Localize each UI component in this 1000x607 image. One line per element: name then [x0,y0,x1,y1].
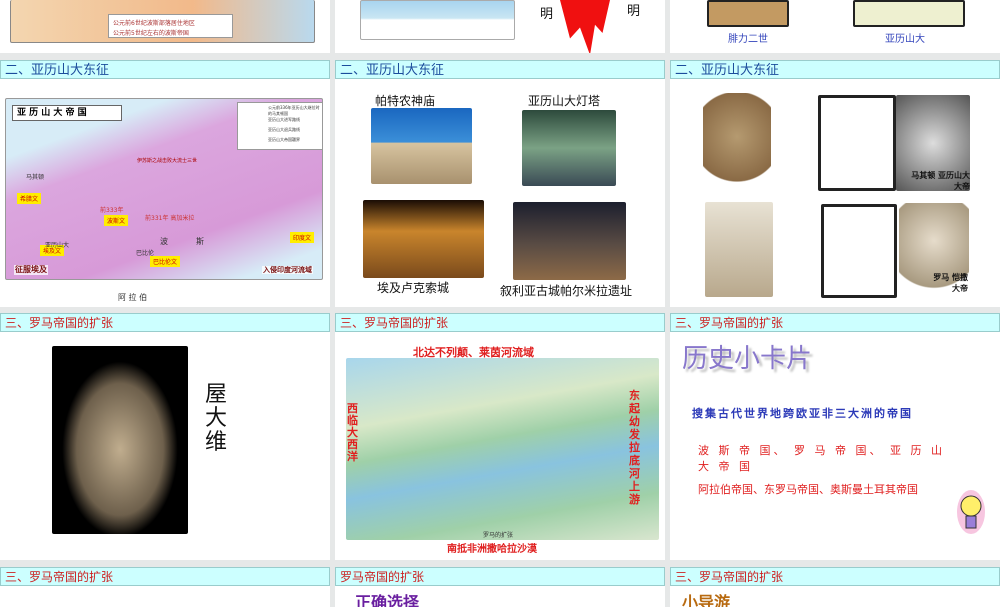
image-label: 马其顿 亚历山大大帝 [911,171,970,191]
slide-header: 二、亚历山大东征 [670,60,1000,79]
slide-header: 二、亚历山大东征 [335,60,665,79]
south-boundary-text: 南抵非洲撒哈拉沙漠 [447,544,537,555]
roman-expansion-map [346,358,659,540]
side-text: 明 [627,4,641,19]
emperor-name: 屋大维 [205,382,228,455]
script-tag: 希腊文 [17,193,42,204]
slide-header: 三、罗马帝国的扩张 [0,313,330,332]
caption: 埃及卢克索城 [377,281,450,295]
place-label: 亚历山大 [45,242,70,249]
legend-item: 公元前336年亚历山大继位时的马其顿国 [268,105,320,116]
augustus-statue-image [52,346,188,534]
place-label: 马其顿 [26,174,45,181]
map-legend: 公元前6世纪波斯部落居住地区 公元前5世纪左右的波斯帝国 [108,14,233,38]
caption: 帕特农神庙 [375,94,436,108]
slide-thumbnail[interactable]: 明 明 [335,0,665,53]
slide-thumbnail[interactable]: 三、罗马帝国的扩张 屋大维 [0,313,330,560]
parthenon-image [371,108,472,184]
legend-item: 亚历山大退兵路线 [268,127,300,132]
slide-thumbnail[interactable]: 公元前6世纪波斯部落居住地区 公元前5世纪左右的波斯帝国 [0,0,330,53]
caption: 腓力二世 [728,34,768,45]
slide-thumbnail[interactable]: 三、罗马帝国的扩张 小导游 [670,567,1000,607]
slide-title: 小导游 [682,593,731,607]
alexander-bust-image [703,93,771,190]
slide-thumbnail[interactable]: 二、亚历山大东征 马其顿 亚历山大大帝 罗马 恺撒大帝 [670,60,1000,307]
philip-ii-image [707,0,789,27]
legend-item: 亚历山大帝国疆界 [268,137,300,142]
alexander-poster-image [705,202,773,297]
caption: 亚历山大灯塔 [528,94,601,108]
slide-thumbnail[interactable]: 二、亚历山大东征 帕特农神庙 亚历山大灯塔 埃及卢克索城 叙利亚古城帕尔米拉遗址 [335,60,665,307]
legend-item: 公元前6世纪波斯部落居住地区 [113,20,195,27]
place-label: 阿 拉 伯 [118,293,148,302]
caption: 叙利亚古城帕尔米拉遗址 [500,284,633,298]
slide-thumbnail[interactable]: 三、罗马帝国的扩张 历史小卡片 搜集古代世界地跨欧亚非三大洲的帝国 波 斯 帝 … [670,313,1000,560]
slide-header: 三、罗马帝国的扩张 [0,567,330,586]
script-tag: 巴比伦文 [150,256,181,267]
place-label: 巴比伦 [136,250,155,257]
slide-thumbnail[interactable]: 二、亚历山大东征 亚 历 山 大 帝 国 公元前336年亚历山大继位时的马其顿国… [0,60,330,307]
slide-thumbnail[interactable]: 罗马帝国的扩张 正确选择 [335,567,665,607]
side-text: 明 [540,7,554,22]
slide-header: 三、罗马帝国的扩张 [335,313,665,332]
map-legend: 公元前336年亚历山大继位时的马其顿国 亚历山大进军路线 亚历山大退兵路线 亚历… [237,102,323,150]
answer-text: 阿拉伯帝国、东罗马帝国、奥斯曼土耳其帝国 [698,483,918,496]
slide-thumbnail[interactable]: 腓力二世 亚历山大 [670,0,1000,53]
king-of-diamonds-card [821,204,897,298]
east-boundary-text: 东起幼发拉底河上游 [629,389,640,506]
legend-item: 公元前5世纪左右的波斯帝国 [113,30,189,37]
question-text: 搜集古代世界地跨欧亚非三大洲的帝国 [692,407,913,420]
luxor-image [363,200,484,278]
place-label: 伊苏斯之战击败大流士三世 [137,158,198,164]
place-label-conquer-egypt: 征服埃及 [14,265,48,275]
palmyra-image [513,202,626,280]
place-label: 前333年 [100,207,124,214]
slide-header: 三、罗马帝国的扩张 [670,567,1000,586]
king-of-clubs-card [818,95,896,191]
slide-thumbnail[interactable]: 三、罗马帝国的扩张 [0,567,330,607]
answer-text: 波 斯 帝 国、 罗 马 帝 国、 亚 历 山 大 帝 国 [698,444,945,473]
map-image [360,0,515,40]
lightbulb-icon [953,488,989,536]
map-caption: 罗马的扩张 [483,532,514,539]
alexander-image [853,0,965,27]
place-label-invade-indus: 入侵印度河流域 [262,266,313,275]
place-label: 波 [160,237,168,246]
map-title: 亚 历 山 大 帝 国 [12,105,122,121]
legend-item: 亚历山大进军路线 [268,117,300,122]
west-boundary-text: 西临大西洋 [347,402,358,463]
caption: 亚历山大 [885,34,925,45]
slide-header: 二、亚历山大东征 [0,60,330,79]
lighthouse-image [522,110,616,186]
script-tag: 印度文 [290,232,315,243]
slide-title: 正确选择 [355,593,420,607]
slide-header: 三、罗马帝国的扩张 [670,313,1000,332]
card-title: 历史小卡片 [682,344,813,374]
slide-header: 罗马帝国的扩张 [335,567,665,586]
script-tag: 波斯文 [104,215,129,226]
image-label: 罗马 恺撒大帝 [933,273,968,293]
place-label: 前331年 高加米拉 [145,215,195,222]
slide-thumbnail[interactable]: 三、罗马帝国的扩张 北达不列颠、莱茵河流域 罗马的扩张 西临大西洋 东起幼发拉底… [335,313,665,560]
place-label: 斯 [196,237,204,246]
red-burst-shape [560,0,610,53]
